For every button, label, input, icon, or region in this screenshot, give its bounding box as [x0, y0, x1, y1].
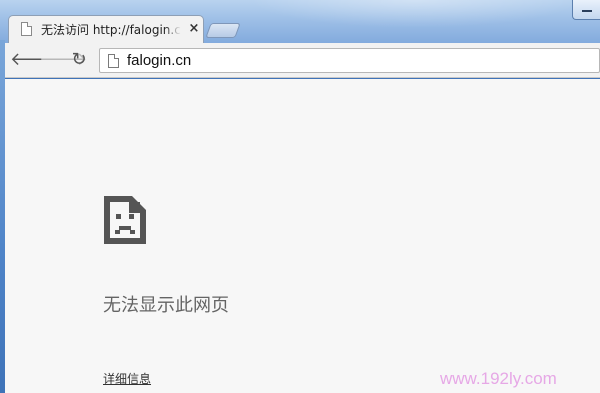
page-icon	[21, 22, 32, 36]
page-content: 无法显示此网页 详细信息	[5, 79, 600, 393]
minimize-button[interactable]	[572, 0, 600, 20]
tab-title: 无法访问 http://falogin.cn	[41, 23, 181, 37]
new-tab-button[interactable]	[205, 23, 241, 38]
tab-close-button[interactable]: ×	[187, 21, 201, 37]
error-title: 无法显示此网页	[103, 295, 229, 316]
minimize-icon	[582, 10, 592, 12]
watermark-text: www.192ly.com	[440, 369, 557, 388]
forward-button[interactable]: 🡒	[39, 49, 87, 71]
url-text[interactable]: falogin.cn	[127, 52, 191, 70]
details-link[interactable]: 详细信息	[103, 371, 151, 387]
browser-tab[interactable]: 无法访问 http://falogin.cn ×	[8, 15, 204, 43]
page-icon	[108, 54, 119, 68]
reload-button[interactable]: ↻	[68, 49, 90, 71]
back-button[interactable]: 🡐	[10, 49, 58, 71]
sad-page-icon	[104, 196, 146, 244]
browser-toolbar: 🡐 🡒 ↻ falogin.cn	[5, 43, 600, 78]
address-bar[interactable]: falogin.cn	[99, 48, 600, 73]
window-frame-glow	[250, 0, 580, 28]
